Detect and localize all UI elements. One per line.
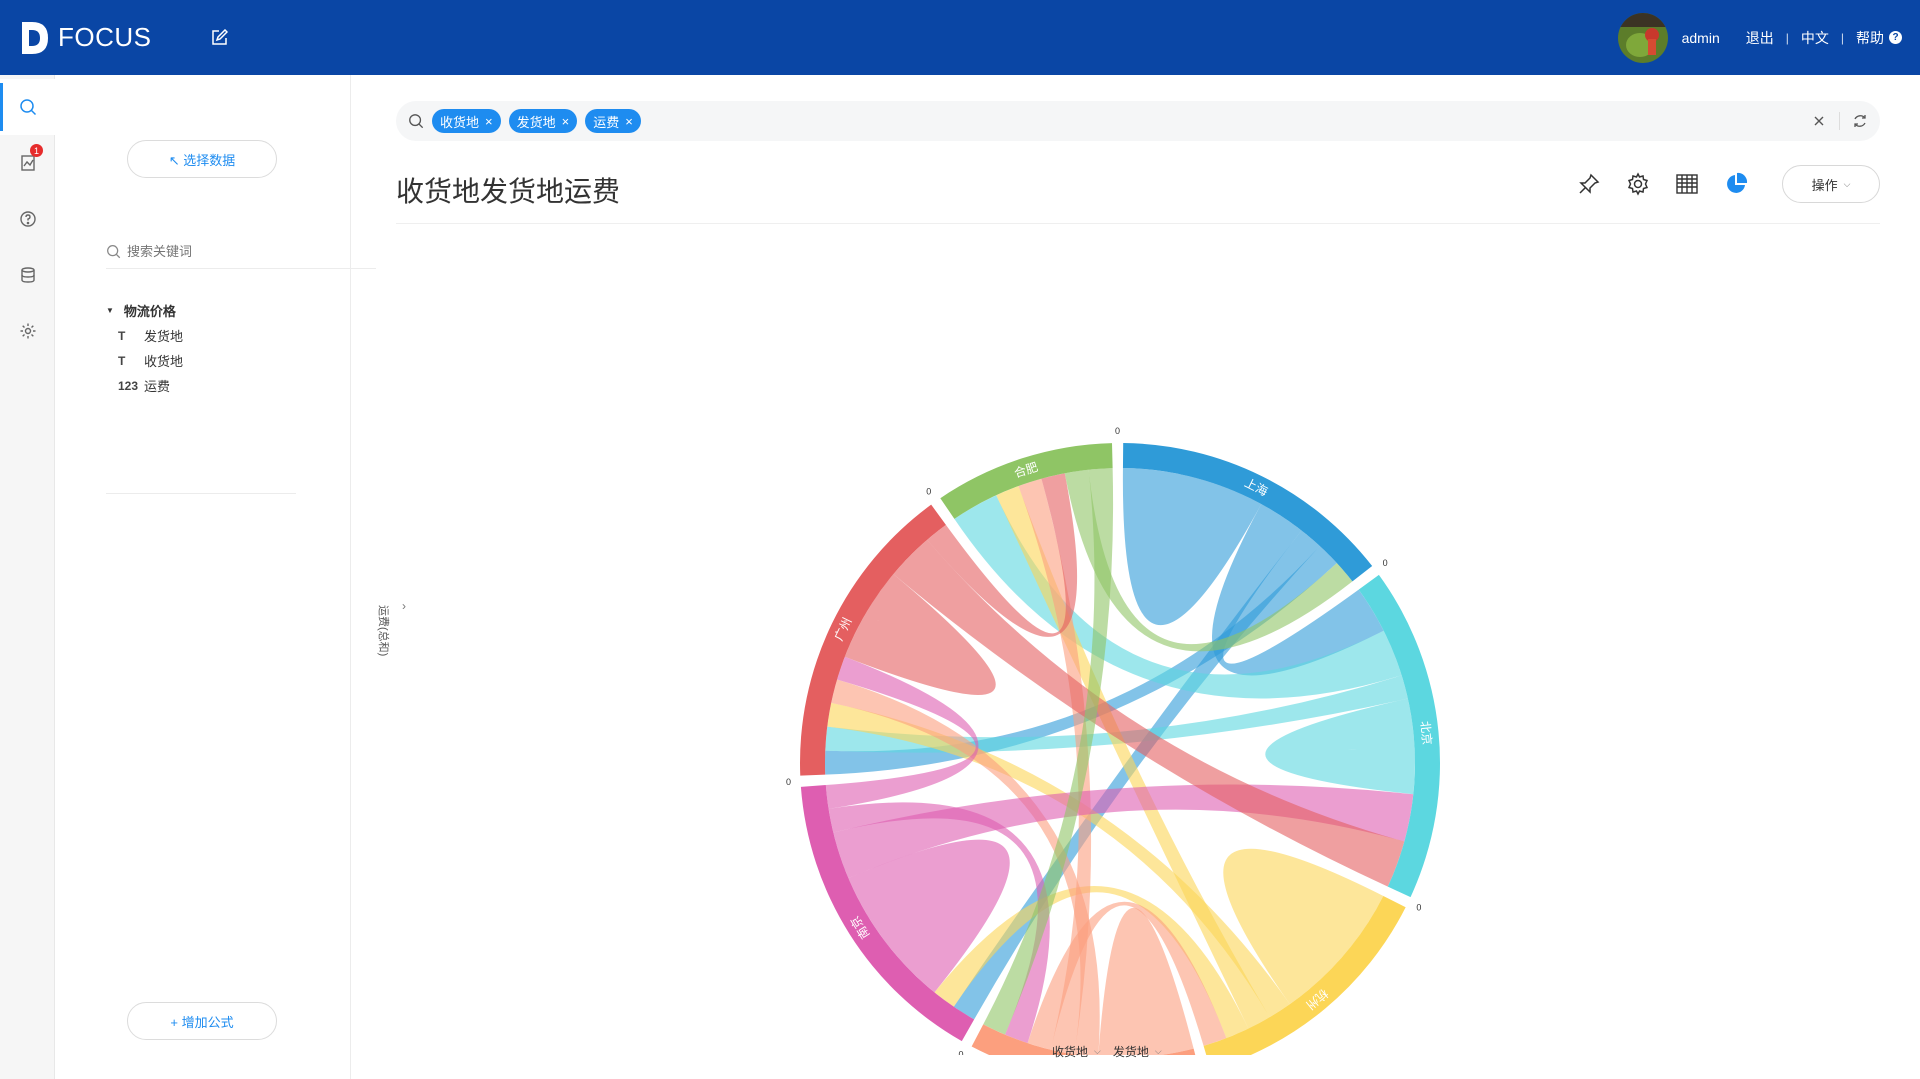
edit-icon[interactable]: [208, 27, 230, 49]
table-icon: [1676, 174, 1698, 194]
chevron-down-icon: ⌵: [1094, 1046, 1101, 1056]
text-type-icon: T: [118, 328, 126, 343]
field-label: 收货地: [144, 354, 184, 369]
chevron-down-icon: ⌵: [1154, 1046, 1162, 1056]
table-view-button[interactable]: [1673, 170, 1701, 198]
page-title: 收货地发货地运费: [396, 176, 621, 207]
help-link[interactable]: 帮助: [1856, 28, 1884, 48]
operation-dropdown[interactable]: 操作 ⌵: [1782, 165, 1880, 203]
app-logo[interactable]: FOCUS: [20, 20, 152, 56]
tick-label: 0: [1416, 902, 1421, 912]
pie-chart-icon: [1727, 172, 1748, 193]
close-icon: [1814, 116, 1824, 126]
panel-search[interactable]: [106, 235, 376, 269]
tree-item-field[interactable]: T 发货地: [106, 323, 346, 348]
x-field-sender[interactable]: 发货地 ⌵: [1113, 1043, 1162, 1060]
data-panel: ↖ 选择数据 ▼ 物流价格 T 发货地 T 收货地 123 运费 + 增加公式: [56, 75, 376, 1079]
gear-icon: [1627, 172, 1649, 196]
nav-settings[interactable]: [0, 303, 55, 359]
tree-item-field[interactable]: T 收货地: [106, 348, 346, 373]
chart-type-button[interactable]: [1722, 170, 1750, 198]
tag-label: 发货地: [516, 114, 556, 130]
group-label: 北京: [1418, 720, 1434, 745]
x-axis-fields: 收货地 ⌵ 发货地 ⌵: [1052, 1043, 1174, 1060]
chord-chart: 上海0北京0杭州0厦门0南京0广州0合肥0: [352, 225, 1920, 1055]
search-tag[interactable]: 收货地 ×: [432, 109, 501, 133]
tick-label: 0: [958, 1049, 963, 1055]
text-type-icon: T: [118, 353, 126, 368]
help-icon: [19, 211, 36, 227]
settings-button[interactable]: [1624, 170, 1652, 198]
refresh-icon: [1854, 115, 1866, 127]
tick-label: 0: [1383, 558, 1388, 568]
app-name: FOCUS: [58, 22, 152, 52]
nav-search[interactable]: [0, 79, 55, 135]
help-circle-icon[interactable]: ?: [1889, 31, 1902, 44]
select-data-button[interactable]: ↖ 选择数据: [127, 140, 277, 178]
tag-label: 收货地: [440, 114, 480, 130]
notification-badge: 1: [30, 144, 43, 157]
x-field-label: 收货地: [1052, 1045, 1089, 1059]
close-icon[interactable]: ×: [562, 114, 570, 129]
user-avatar[interactable]: [1617, 12, 1668, 63]
field-label: 发货地: [144, 329, 184, 344]
nav-data[interactable]: [0, 247, 55, 303]
refresh-button[interactable]: [1840, 101, 1880, 141]
operation-label: 操作: [1811, 177, 1838, 193]
tick-label: 0: [926, 487, 931, 497]
add-formula-button[interactable]: + 增加公式: [127, 1002, 277, 1040]
search-icon: [19, 99, 36, 116]
chevron-down-icon: ⌵: [1843, 178, 1851, 189]
left-nav-rail: 1: [0, 75, 55, 1079]
top-header: FOCUS admin 退出 | 中文 | 帮助 ?: [0, 0, 1920, 75]
divider: [106, 493, 296, 494]
logo-mark-icon: [20, 20, 50, 56]
search-tag[interactable]: 发货地 ×: [508, 109, 578, 133]
field-label: 运费: [144, 379, 171, 394]
tick-label: 0: [1115, 426, 1120, 436]
chord-chart-svg: 上海0北京0杭州0厦门0南京0广州0合肥0: [786, 426, 1440, 1055]
pin-icon: [1579, 173, 1600, 194]
tree-group-label: 物流价格: [123, 303, 176, 319]
field-tree: ▼ 物流价格 T 发货地 T 收货地 123 运费: [106, 297, 346, 398]
header-separator: |: [1840, 30, 1844, 45]
logout-link[interactable]: 退出: [1746, 28, 1774, 48]
tree-group-header[interactable]: ▼ 物流价格: [106, 297, 346, 323]
username[interactable]: admin: [1682, 30, 1720, 46]
close-icon[interactable]: ×: [485, 114, 493, 129]
chord-ribbons: [825, 468, 1415, 1055]
main-area: 收货地 × 发货地 × 运费 × 收货地发货地运费 操作 ⌵ › 运费(总和) …: [352, 75, 1920, 1079]
divider: [396, 223, 1880, 224]
pin-button[interactable]: [1575, 170, 1603, 198]
search-icon: [107, 245, 121, 259]
clear-search-button[interactable]: [1799, 101, 1839, 141]
gear-icon: [20, 323, 35, 339]
keyword-search-input[interactable]: [127, 244, 327, 259]
tree-item-field[interactable]: 123 运费: [106, 373, 346, 398]
query-search-bar[interactable]: 收货地 × 发货地 × 运费 ×: [396, 101, 1880, 141]
database-icon: [20, 267, 35, 283]
search-tag[interactable]: 运费 ×: [585, 109, 641, 133]
header-separator: |: [1785, 30, 1789, 45]
search-icon: [409, 114, 424, 129]
language-link[interactable]: 中文: [1801, 28, 1829, 48]
nav-help[interactable]: [0, 191, 55, 247]
close-icon[interactable]: ×: [625, 114, 633, 129]
tick-label: 0: [786, 777, 791, 787]
caret-down-icon: ▼: [106, 305, 114, 315]
x-field-label: 发货地: [1112, 1045, 1149, 1059]
tag-label: 运费: [593, 114, 620, 130]
number-type-icon: 123: [118, 378, 139, 393]
nav-bookmarks[interactable]: 1: [0, 135, 55, 191]
x-field-receiver[interactable]: 收货地 ⌵: [1052, 1043, 1101, 1060]
chart-toolbar: 操作 ⌵: [1554, 165, 1880, 203]
